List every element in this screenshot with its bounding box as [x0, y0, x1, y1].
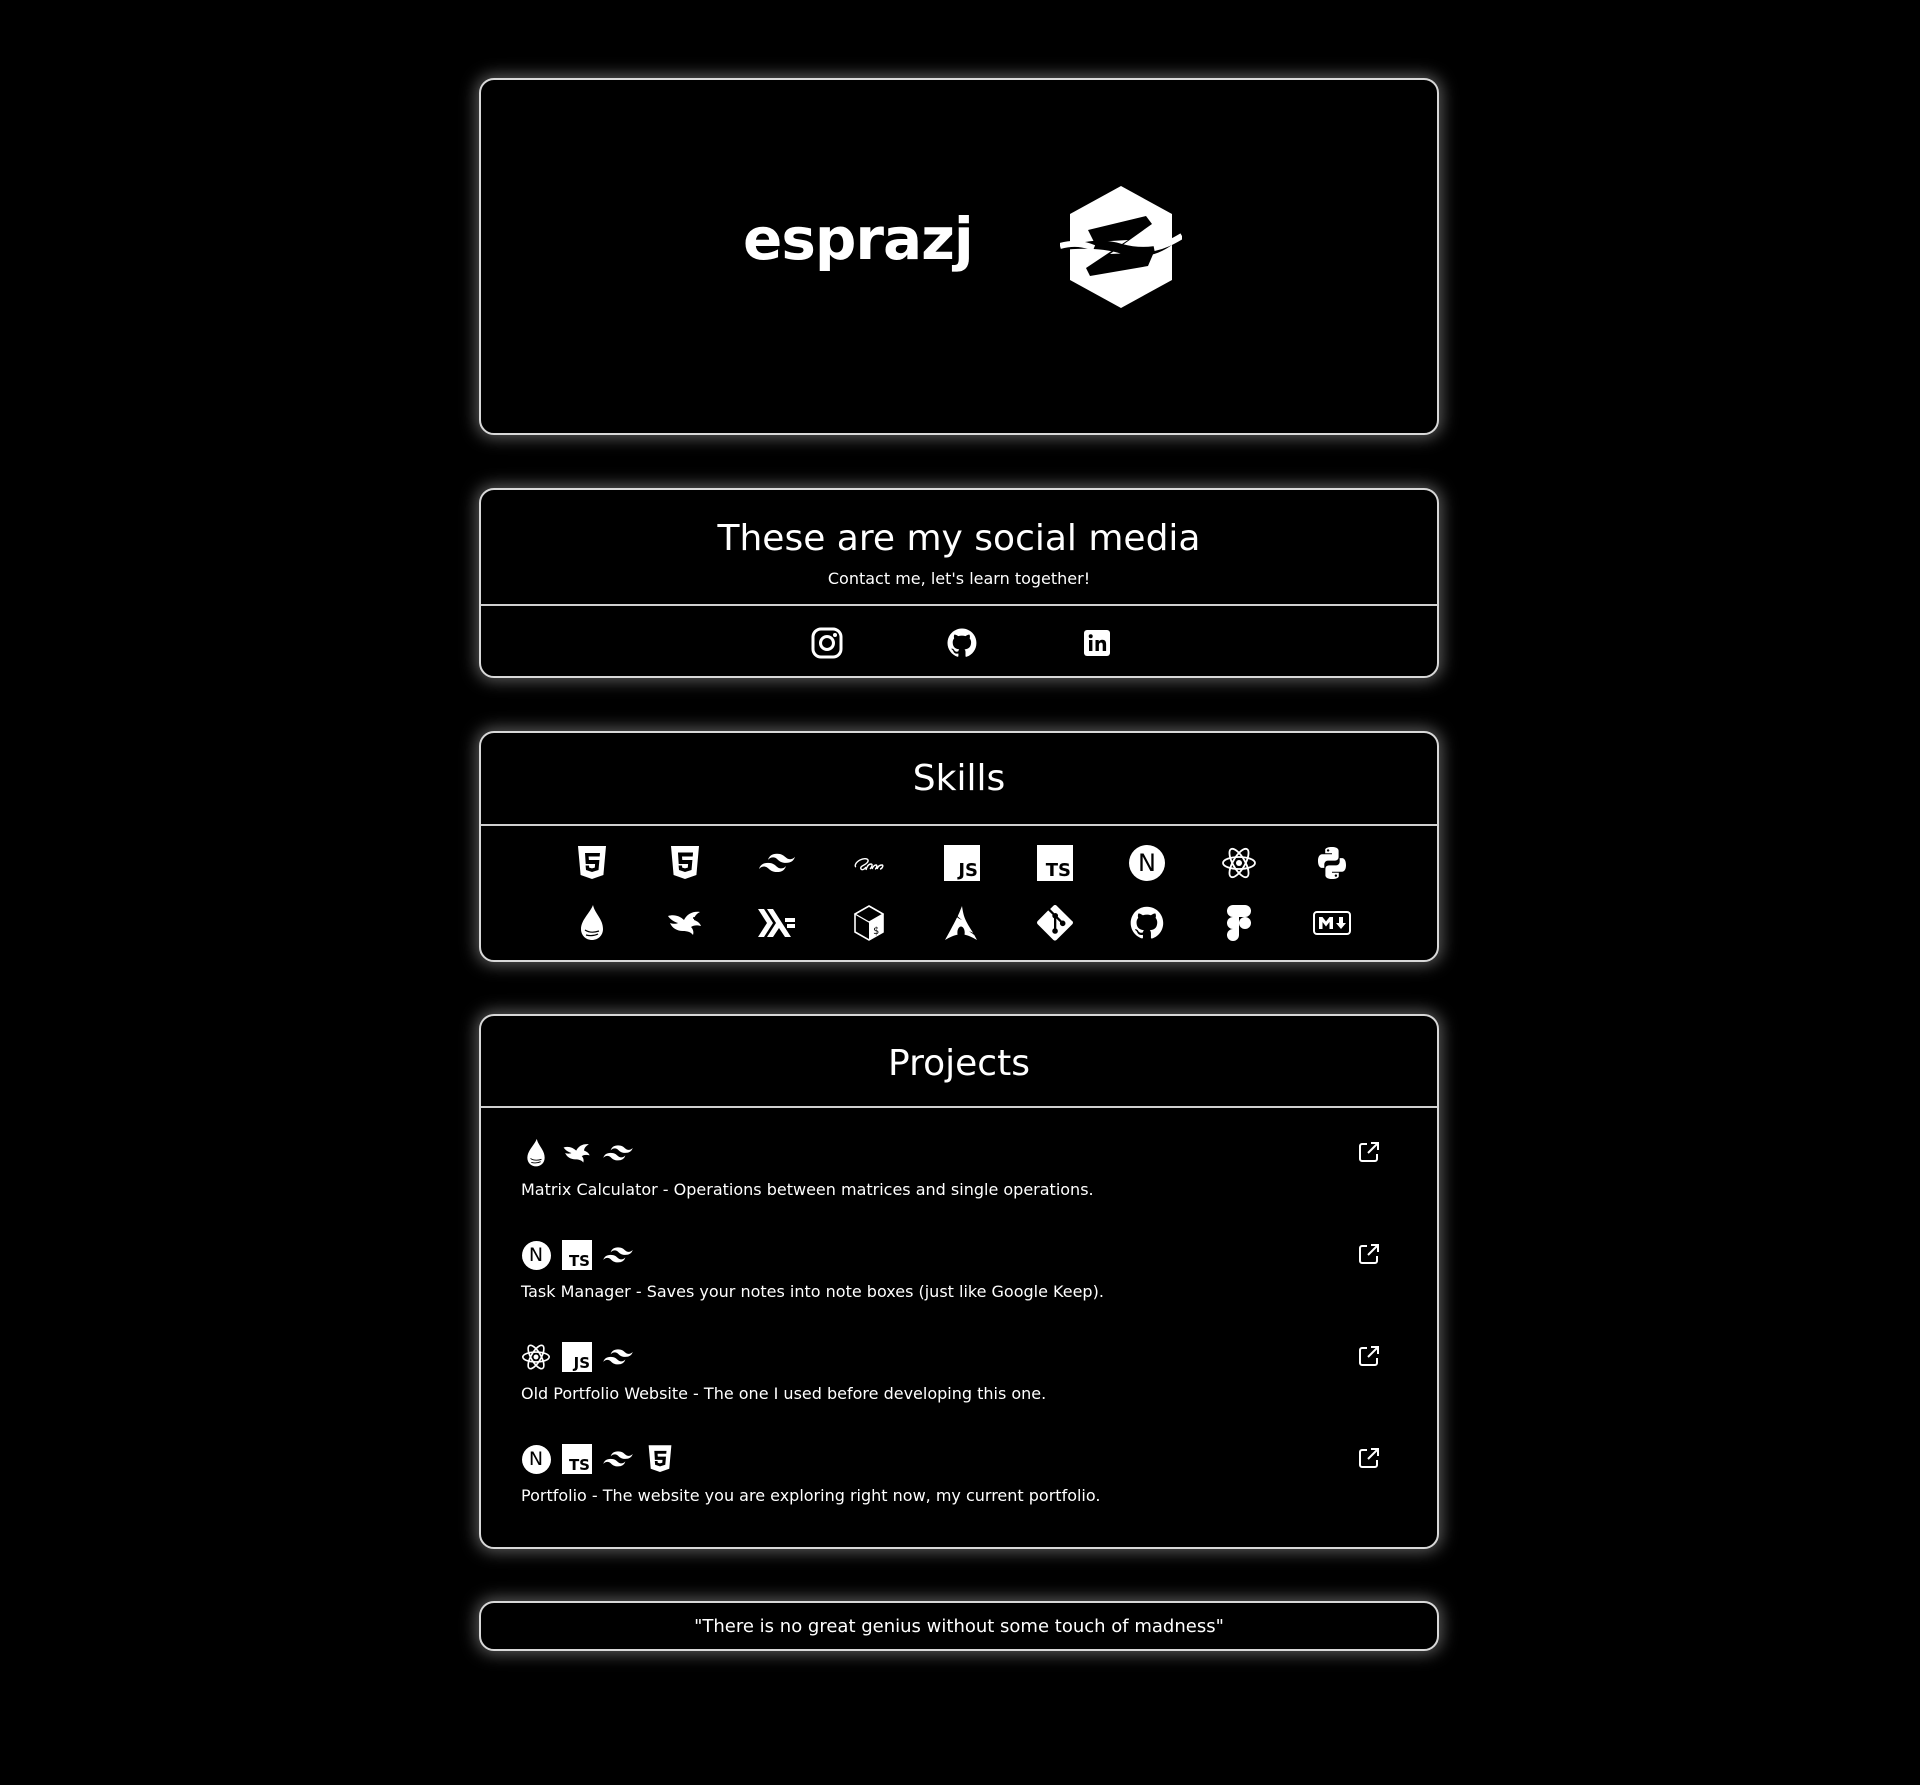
tailwind-icon — [603, 1240, 633, 1270]
ez-monogram-logo — [1060, 186, 1182, 308]
svg-text:$: $ — [873, 926, 879, 937]
linkedin-icon[interactable] — [1081, 627, 1113, 659]
bash-icon: $ — [850, 904, 888, 942]
drop-icon — [573, 904, 611, 942]
tailwind-icon — [603, 1342, 633, 1372]
haskell-icon — [758, 904, 796, 942]
project-item: N TS Portfolio - The website you are exp… — [521, 1444, 1401, 1524]
external-link-icon[interactable] — [1357, 1140, 1381, 1164]
project-item: JS Old Portfolio Website - The one I use… — [521, 1342, 1401, 1422]
typescript-icon: TS — [562, 1240, 592, 1270]
social-title: These are my social media — [717, 518, 1201, 559]
javascript-badge: JS — [562, 1342, 592, 1372]
project-description: Task Manager - Saves your notes into not… — [521, 1282, 1104, 1301]
bird-icon — [666, 904, 704, 942]
nextjs-badge: N — [1129, 845, 1165, 881]
nextjs-icon: N — [521, 1444, 551, 1474]
react-icon — [1220, 844, 1258, 882]
figma-icon — [1220, 904, 1258, 942]
typescript-badge: TS — [562, 1444, 592, 1474]
social-subtitle: Contact me, let's learn together! — [827, 569, 1091, 588]
external-link-icon[interactable] — [1357, 1242, 1381, 1266]
drop-icon — [521, 1138, 551, 1168]
typescript-badge: TS — [562, 1240, 592, 1270]
skills-divider — [481, 824, 1437, 826]
nextjs-badge: N — [521, 1240, 551, 1270]
tailwind-icon — [758, 844, 796, 882]
typescript-badge: TS — [1037, 845, 1073, 881]
github-skill-icon — [1128, 904, 1166, 942]
instagram-icon[interactable] — [811, 627, 843, 659]
javascript-badge: JS — [944, 845, 980, 881]
project-item: Matrix Calculator - Operations between m… — [521, 1138, 1401, 1218]
external-link-icon[interactable] — [1357, 1446, 1381, 1470]
markdown-icon — [1313, 904, 1351, 942]
skills-card: Skills JS TS N $ — [479, 731, 1439, 962]
react-icon — [521, 1342, 551, 1372]
projects-divider — [481, 1106, 1437, 1108]
project-description: Matrix Calculator - Operations between m… — [521, 1180, 1094, 1199]
social-card: These are my social media Contact me, le… — [479, 488, 1439, 678]
nextjs-icon: N — [1128, 844, 1166, 882]
project-item: N TS Task Manager - Saves your notes int… — [521, 1240, 1401, 1320]
external-link-icon[interactable] — [1357, 1344, 1381, 1368]
python-icon — [1313, 844, 1351, 882]
project-description: Portfolio - The website you are explorin… — [521, 1486, 1101, 1505]
sass-icon — [850, 844, 888, 882]
typescript-icon: TS — [562, 1444, 592, 1474]
javascript-icon: JS — [943, 844, 981, 882]
skills-title: Skills — [912, 758, 1006, 799]
css3-icon — [645, 1444, 675, 1474]
bird-icon — [562, 1138, 592, 1168]
nextjs-badge: N — [521, 1444, 551, 1474]
arch-linux-icon — [943, 904, 981, 942]
quote-text: "There is no great genius without some t… — [694, 1616, 1224, 1637]
page: esprazj These are my social media Contac… — [0, 0, 1920, 1785]
javascript-icon: JS — [562, 1342, 592, 1372]
github-icon[interactable] — [946, 627, 978, 659]
tailwind-icon — [603, 1444, 633, 1474]
quote-card: "There is no great genius without some t… — [479, 1601, 1439, 1651]
hero-card: esprazj — [479, 78, 1439, 435]
projects-title: Projects — [888, 1043, 1030, 1084]
git-icon — [1036, 904, 1074, 942]
projects-card: Projects Matrix Calculator - Operations … — [479, 1014, 1439, 1549]
nextjs-icon: N — [521, 1240, 551, 1270]
project-description: Old Portfolio Website - The one I used b… — [521, 1384, 1047, 1403]
typescript-icon: TS — [1036, 844, 1074, 882]
social-divider — [481, 604, 1437, 606]
html5-icon — [573, 844, 611, 882]
tailwind-icon — [603, 1138, 633, 1168]
css3-icon — [666, 844, 704, 882]
site-name: esprazj — [743, 205, 974, 273]
